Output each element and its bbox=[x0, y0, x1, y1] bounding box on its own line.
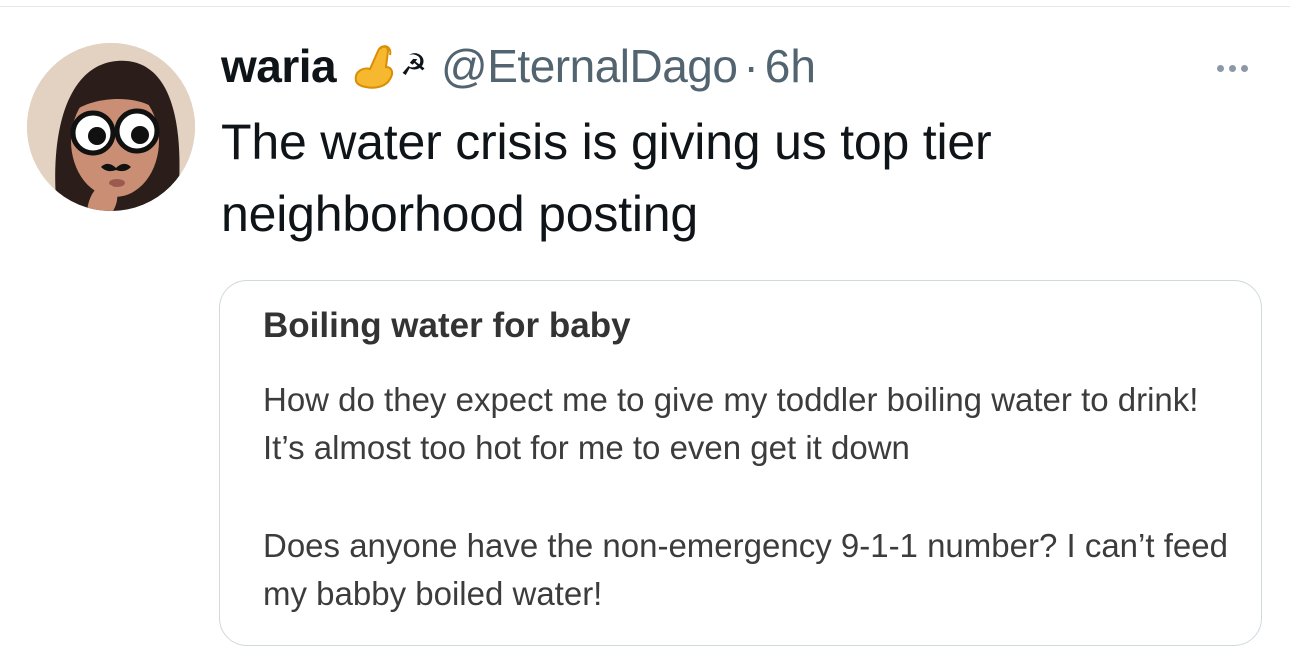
separator-dot: · bbox=[743, 40, 759, 92]
more-dot bbox=[1228, 64, 1236, 72]
tweet-text-line: The water crisis is giving us top tier bbox=[221, 114, 992, 170]
avatar-image bbox=[27, 43, 195, 211]
quoted-post-card[interactable]: Boiling water for baby How do they expec… bbox=[219, 280, 1262, 646]
author-display-name[interactable]: waria bbox=[221, 34, 337, 98]
quoted-post-paragraph: Does anyone have the non-emergency 9-1-1… bbox=[263, 527, 1228, 612]
more-dot bbox=[1240, 64, 1248, 72]
top-divider bbox=[0, 6, 1290, 7]
more-options-icon[interactable] bbox=[1200, 52, 1264, 84]
tweet-header: waria ☭ @EternalDago · 6h bbox=[221, 34, 1221, 98]
tweet-body: waria ☭ @EternalDago · 6h The water cris… bbox=[221, 34, 1221, 250]
pinched-fingers-emoji-icon bbox=[350, 41, 396, 91]
hammer-sickle-icon: ☭ bbox=[400, 49, 428, 82]
tweet-text-line: neighborhood posting bbox=[221, 186, 698, 242]
quoted-post-title: Boiling water for baby bbox=[263, 306, 631, 345]
tweet-timestamp[interactable]: 6h bbox=[765, 34, 816, 98]
avatar[interactable] bbox=[27, 43, 195, 211]
quoted-post-paragraph: How do they expect me to give my toddler… bbox=[263, 381, 1199, 466]
more-dot bbox=[1216, 64, 1224, 72]
author-handle[interactable]: @EternalDago bbox=[441, 34, 738, 98]
tweet-text: The water crisis is giving us top tier n… bbox=[221, 106, 1221, 250]
